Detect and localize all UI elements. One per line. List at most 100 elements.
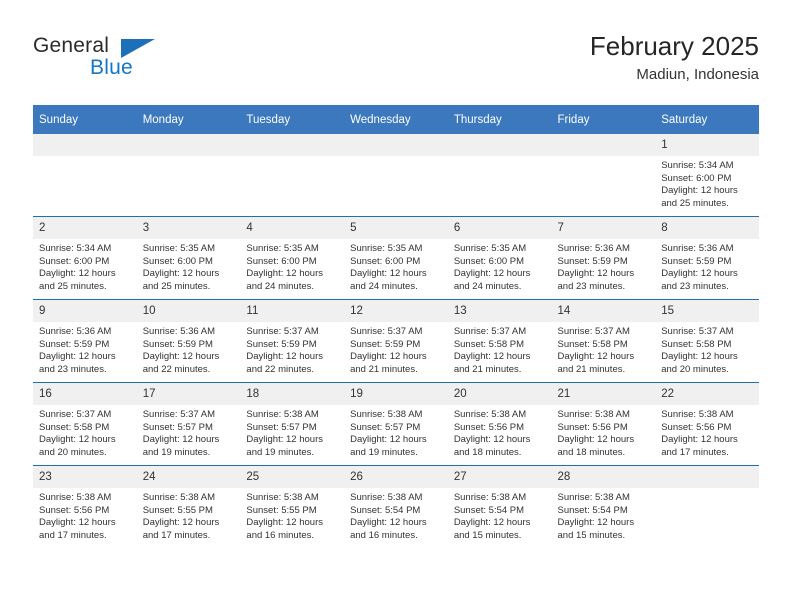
day-details: Sunrise: 5:35 AM Sunset: 6:00 PM Daylight:… — [240, 239, 344, 293]
calendar-day-cell-empty — [240, 134, 345, 217]
calendar-day-cell[interactable]: 15 Sunrise: 5:37 AM Sunset: 5:58 PM Dayligh… — [655, 299, 759, 383]
sunrise-text: Sunrise: 5:34 AM — [39, 243, 112, 254]
daylight-text-line2: and 15 minutes. — [453, 529, 522, 541]
sunrise-text: Sunrise: 5:36 AM — [661, 243, 734, 254]
calendar-day-cell[interactable]: 23 Sunrise: 5:38 AM Sunset: 5:56 PM Dayligh… — [33, 465, 137, 548]
day-number: 20 — [447, 383, 552, 405]
day-details: Sunrise: 5:38 AM Sunset: 5:57 PM Daylight:… — [344, 405, 448, 459]
day-number — [344, 134, 448, 156]
day-number: 23 — [33, 466, 137, 488]
daylight-text-line1: Daylight: 12 hours — [453, 351, 531, 363]
day-number — [655, 466, 759, 488]
calendar-day-cell[interactable]: 28 Sunrise: 5:38 AM Sunset: 5:54 PM Dayligh… — [551, 465, 656, 548]
daylight-text-line1: Daylight: 12 hours — [350, 517, 427, 529]
day-number: 22 — [655, 383, 759, 405]
calendar-day-cell[interactable]: 20 Sunrise: 5:38 AM Sunset: 5:56 PM Dayligh… — [447, 382, 552, 466]
calendar-day-cell[interactable]: 3 Sunrise: 5:35 AM Sunset: 6:00 PM Daylight… — [136, 216, 241, 300]
day-number: 13 — [447, 300, 552, 322]
calendar-day-cell-empty — [33, 134, 137, 217]
brand-logo[interactable]: General Blue — [33, 34, 223, 90]
calendar-day-cell[interactable]: 9 Sunrise: 5:36 AM Sunset: 5:59 PM Daylight… — [33, 299, 137, 383]
weekday-header-monday: Monday — [136, 105, 241, 134]
calendar-day-cell[interactable]: 14 Sunrise: 5:37 AM Sunset: 5:58 PM Dayligh… — [551, 299, 656, 383]
calendar-day-cell[interactable]: 25 Sunrise: 5:38 AM Sunset: 5:55 PM Dayligh… — [240, 465, 345, 548]
calendar-day-cell[interactable]: 19 Sunrise: 5:38 AM Sunset: 5:57 PM Dayligh… — [344, 382, 448, 466]
sunrise-text: Sunrise: 5:37 AM — [453, 326, 527, 337]
calendar-day-cell[interactable]: 5 Sunrise: 5:35 AM Sunset: 6:00 PM Daylight… — [344, 216, 448, 300]
calendar-table: Sunday Monday Tuesday Wednesday Thursday… — [33, 105, 759, 548]
weekday-header-wednesday: Wednesday — [344, 105, 448, 134]
day-number: 1 — [655, 134, 759, 156]
daylight-text-line1: Daylight: 12 hours — [557, 434, 635, 446]
sunrise-text: Sunrise: 5:35 AM — [246, 243, 319, 254]
daylight-text-line2: and 17 minutes. — [142, 529, 211, 541]
calendar-day-cell[interactable]: 12 Sunrise: 5:37 AM Sunset: 5:59 PM Dayligh… — [344, 299, 448, 383]
daylight-text-line2: and 17 minutes. — [661, 446, 729, 458]
day-number: 6 — [447, 217, 552, 239]
sunrise-text: Sunrise: 5:38 AM — [142, 492, 216, 503]
day-number: 27 — [447, 466, 552, 488]
day-details: Sunrise: 5:36 AM Sunset: 5:59 PM Daylight:… — [655, 239, 759, 293]
day-details: Sunrise: 5:38 AM Sunset: 5:56 PM Daylight:… — [655, 405, 759, 459]
day-number: 5 — [344, 217, 448, 239]
calendar-day-cell[interactable]: 1 Sunrise: 5:34 AM Sunset: 6:00 PM Daylight… — [655, 134, 759, 217]
daylight-text-line2: and 22 minutes. — [246, 363, 315, 375]
weekday-header-sunday: Sunday — [33, 105, 137, 134]
calendar-day-cell[interactable]: 11 Sunrise: 5:37 AM Sunset: 5:59 PM Dayligh… — [240, 299, 345, 383]
calendar-day-cell[interactable]: 4 Sunrise: 5:35 AM Sunset: 6:00 PM Daylight… — [240, 216, 345, 300]
day-details: Sunrise: 5:38 AM Sunset: 5:56 PM Daylight:… — [448, 405, 552, 459]
daylight-text-line1: Daylight: 12 hours — [557, 268, 635, 280]
sunset-text: Sunset: 6:00 PM — [142, 255, 213, 267]
day-number: 19 — [344, 383, 448, 405]
daylight-text-line2: and 15 minutes. — [557, 529, 626, 541]
weekday-header-thursday: Thursday — [447, 105, 552, 134]
sunset-text: Sunset: 5:55 PM — [246, 504, 317, 516]
day-details: Sunrise: 5:37 AM Sunset: 5:57 PM Daylight:… — [137, 405, 241, 459]
daylight-text-line2: and 24 minutes. — [246, 280, 315, 292]
day-details: Sunrise: 5:37 AM Sunset: 5:58 PM Daylight:… — [655, 322, 759, 376]
calendar-day-cell[interactable]: 2 Sunrise: 5:34 AM Sunset: 6:00 PM Daylight… — [33, 216, 137, 300]
calendar-day-cell[interactable]: 26 Sunrise: 5:38 AM Sunset: 5:54 PM Dayligh… — [344, 465, 448, 548]
sunrise-text: Sunrise: 5:36 AM — [39, 326, 112, 337]
daylight-text-line1: Daylight: 12 hours — [246, 434, 323, 446]
calendar-header-row: Sunday Monday Tuesday Wednesday Thursday… — [33, 105, 759, 134]
sunset-text: Sunset: 5:59 PM — [246, 338, 317, 350]
daylight-text-line1: Daylight: 12 hours — [142, 268, 220, 280]
calendar-day-cell[interactable]: 27 Sunrise: 5:38 AM Sunset: 5:54 PM Dayligh… — [447, 465, 552, 548]
calendar-day-cell[interactable]: 24 Sunrise: 5:38 AM Sunset: 5:55 PM Dayligh… — [136, 465, 241, 548]
sunset-text: Sunset: 5:58 PM — [661, 338, 732, 350]
sunset-text: Sunset: 5:59 PM — [661, 255, 732, 267]
daylight-text-line1: Daylight: 12 hours — [453, 517, 531, 529]
day-number: 25 — [240, 466, 345, 488]
calendar-day-cell[interactable]: 18 Sunrise: 5:38 AM Sunset: 5:57 PM Dayligh… — [240, 382, 345, 466]
weekday-header-tuesday: Tuesday — [240, 105, 345, 134]
daylight-text-line2: and 20 minutes. — [661, 363, 729, 375]
calendar-day-cell[interactable]: 22 Sunrise: 5:38 AM Sunset: 5:56 PM Dayligh… — [655, 382, 759, 466]
sunset-text: Sunset: 5:57 PM — [350, 421, 421, 433]
calendar-day-cell[interactable]: 6 Sunrise: 5:35 AM Sunset: 6:00 PM Daylight… — [447, 216, 552, 300]
calendar-day-cell[interactable]: 16 Sunrise: 5:37 AM Sunset: 5:58 PM Dayligh… — [33, 382, 137, 466]
day-details: Sunrise: 5:37 AM Sunset: 5:59 PM Daylight:… — [344, 322, 448, 376]
calendar-day-cell[interactable]: 17 Sunrise: 5:37 AM Sunset: 5:57 PM Dayligh… — [136, 382, 241, 466]
day-number — [551, 134, 656, 156]
sunrise-text: Sunrise: 5:38 AM — [39, 492, 112, 503]
sunrise-text: Sunrise: 5:34 AM — [661, 160, 734, 171]
sunset-text: Sunset: 5:58 PM — [453, 338, 525, 350]
sunrise-text: Sunrise: 5:38 AM — [246, 492, 319, 503]
sunset-text: Sunset: 6:00 PM — [246, 255, 317, 267]
calendar-day-cell[interactable]: 10 Sunrise: 5:36 AM Sunset: 5:59 PM Dayligh… — [136, 299, 241, 383]
day-number: 26 — [344, 466, 448, 488]
daylight-text-line2: and 19 minutes. — [246, 446, 315, 458]
daylight-text-line2: and 25 minutes. — [142, 280, 211, 292]
daylight-text-line1: Daylight: 12 hours — [350, 434, 427, 446]
calendar-day-cell[interactable]: 13 Sunrise: 5:37 AM Sunset: 5:58 PM Dayligh… — [447, 299, 552, 383]
daylight-text-line2: and 25 minutes. — [661, 197, 729, 209]
day-number: 14 — [551, 300, 656, 322]
calendar-day-cell[interactable]: 8 Sunrise: 5:36 AM Sunset: 5:59 PM Daylight… — [655, 216, 759, 300]
sunset-text: Sunset: 6:00 PM — [453, 255, 525, 267]
sunset-text: Sunset: 5:59 PM — [142, 338, 213, 350]
calendar-day-cell[interactable]: 7 Sunrise: 5:36 AM Sunset: 5:59 PM Daylight… — [551, 216, 656, 300]
sunset-text: Sunset: 5:59 PM — [557, 255, 628, 267]
calendar-day-cell-empty — [136, 134, 241, 217]
calendar-day-cell[interactable]: 21 Sunrise: 5:38 AM Sunset: 5:56 PM Dayligh… — [551, 382, 656, 466]
